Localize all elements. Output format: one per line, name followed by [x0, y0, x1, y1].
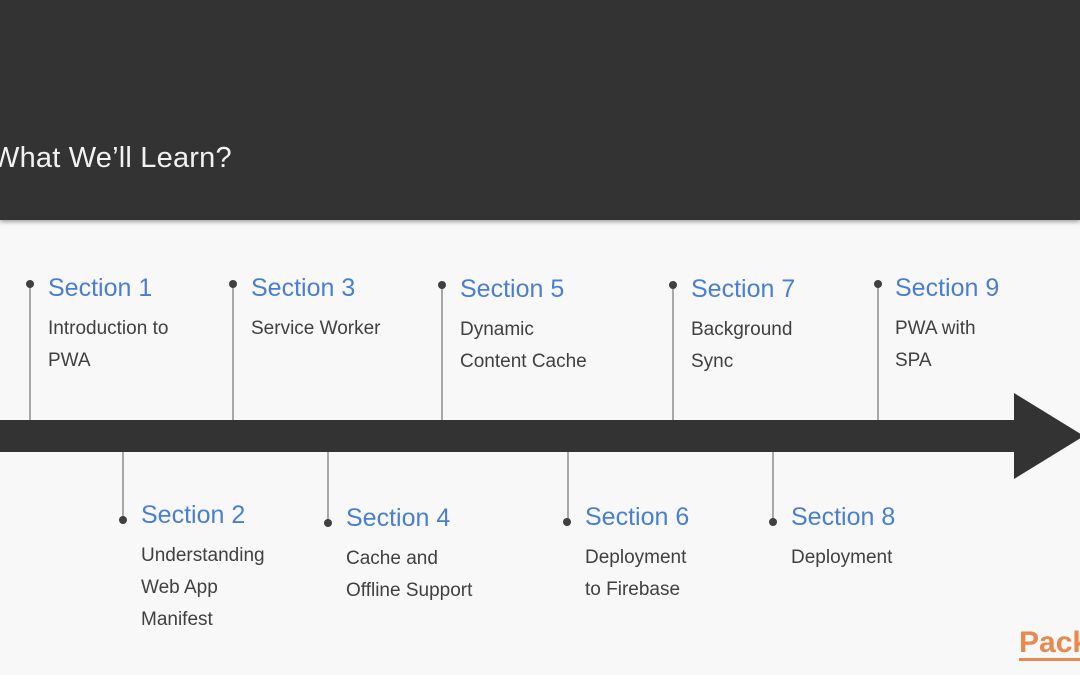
- section-description: Cache and Offline Support: [346, 548, 473, 601]
- node-dot: [769, 518, 777, 526]
- connector-line: [441, 285, 443, 420]
- connector-line: [29, 284, 31, 420]
- connector-line: [772, 452, 774, 522]
- connector-line: [232, 284, 234, 420]
- section-title: Section 8: [791, 503, 896, 531]
- timeline-arrow-shaft: [0, 420, 1016, 452]
- section-title: Section 2: [141, 501, 246, 529]
- section-title: Section 6: [585, 503, 690, 531]
- section-description: Service Worker: [251, 318, 381, 339]
- section-title: Section 1: [48, 274, 153, 302]
- node-dot: [324, 519, 332, 527]
- node-dot: [119, 516, 127, 524]
- node-dot: [874, 280, 882, 288]
- section-title: Section 3: [251, 274, 356, 302]
- node-dot: [669, 281, 677, 289]
- section-title: Section 9: [895, 274, 1000, 302]
- section-title: Section 4: [346, 504, 451, 532]
- section-description: PWA with SPA: [895, 318, 976, 371]
- connector-line: [122, 452, 124, 520]
- connector-line: [672, 285, 674, 420]
- section-description: Introduction to PWA: [48, 318, 169, 371]
- section-description: Dynamic Content Cache: [460, 319, 587, 372]
- section-title: Section 7: [691, 275, 796, 303]
- connector-line: [567, 452, 569, 522]
- header-banner: What We’ll Learn?: [0, 0, 1080, 220]
- node-dot: [563, 518, 571, 526]
- connector-line: [327, 452, 329, 523]
- section-description: Deployment to Firebase: [585, 547, 687, 600]
- node-dot: [438, 281, 446, 289]
- packt-logo: Packt: [1019, 628, 1080, 661]
- node-dot: [26, 280, 34, 288]
- section-description: Background Sync: [691, 319, 793, 372]
- section-title: Section 5: [460, 275, 565, 303]
- section-description: Understanding Web App Manifest: [141, 545, 265, 630]
- connector-line: [877, 284, 879, 420]
- node-dot: [229, 280, 237, 288]
- section-description: Deployment: [791, 547, 893, 568]
- page-title: What We’ll Learn?: [0, 142, 232, 174]
- timeline-arrow-head: [1014, 393, 1080, 479]
